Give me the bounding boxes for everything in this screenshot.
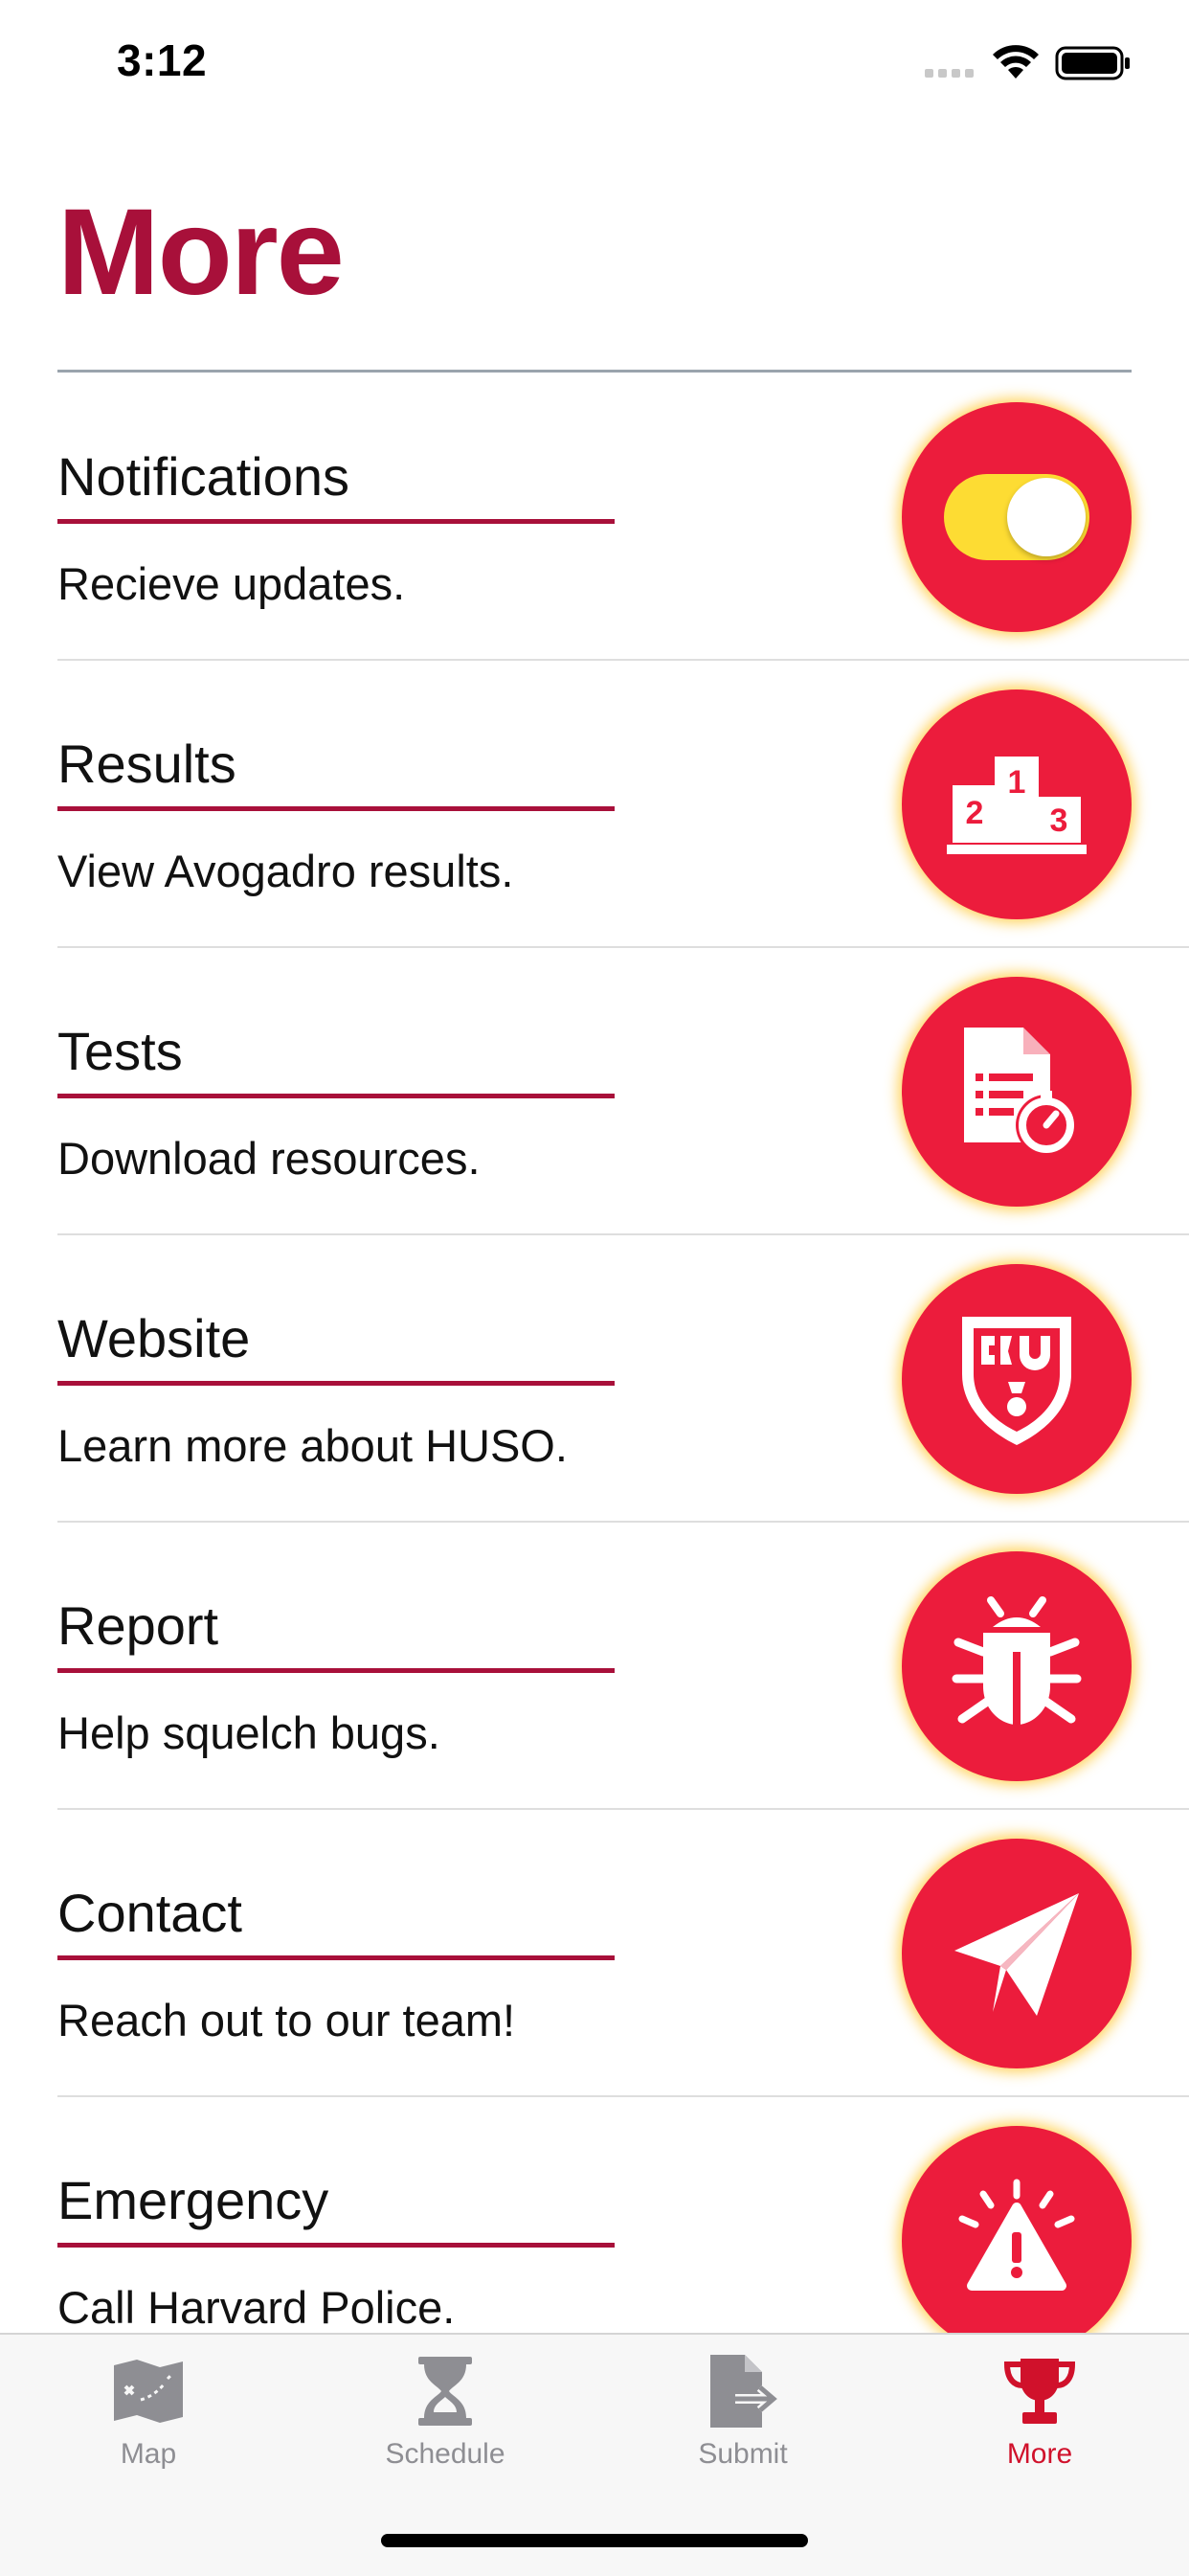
report-button[interactable] — [902, 1551, 1132, 1781]
status-time: 3:12 — [117, 35, 208, 85]
row-website[interactable]: Website Learn more about HUSO. — [0, 1235, 1189, 1523]
row-underline — [57, 1381, 615, 1386]
row-underline — [57, 806, 615, 811]
row-description: Call Harvard Police. — [57, 2282, 456, 2333]
row-description: Learn more about HUSO. — [57, 1420, 568, 1471]
notifications-toggle-switch[interactable] — [944, 474, 1089, 560]
bug-icon — [952, 1596, 1082, 1725]
notifications-toggle-button[interactable] — [902, 402, 1132, 632]
trophy-icon — [1003, 2359, 1076, 2424]
tab-schedule[interactable]: Schedule — [349, 2348, 541, 2492]
shield-logo-icon — [962, 1317, 1071, 1445]
row-title: Results — [57, 734, 236, 794]
row-title: Contact — [57, 1883, 242, 1943]
tab-submit[interactable]: Submit — [647, 2348, 839, 2492]
title-divider — [57, 370, 1132, 373]
row-underline — [57, 1668, 615, 1673]
row-title: Notifications — [57, 446, 350, 507]
podium-number-3: 3 — [1050, 802, 1068, 839]
tab-more[interactable]: More — [944, 2348, 1135, 2492]
row-underline — [57, 1094, 615, 1098]
status-bar: 3:12 — [0, 0, 1189, 129]
status-icons — [923, 44, 1133, 82]
signal-icon — [925, 69, 974, 78]
emergency-button[interactable] — [902, 2126, 1132, 2356]
row-title: Report — [57, 1595, 219, 1656]
submit-document-icon — [710, 2355, 779, 2428]
wifi-icon — [993, 45, 1039, 79]
row-description: Reach out to our team! — [57, 1995, 516, 2045]
tab-label: Submit — [698, 2438, 788, 2470]
row-report[interactable]: Report Help squelch bugs. — [0, 1523, 1189, 1810]
paper-plane-icon — [954, 1893, 1079, 2016]
row-description: Recieve updates. — [57, 558, 406, 609]
results-button[interactable]: 1 2 3 — [902, 689, 1132, 919]
podium-icon: 1 2 3 — [947, 757, 1087, 854]
row-underline — [57, 519, 615, 524]
podium-number-2: 2 — [966, 795, 984, 831]
row-title: Website — [57, 1308, 251, 1368]
website-button[interactable] — [902, 1264, 1132, 1494]
tab-label: Schedule — [385, 2438, 505, 2470]
row-underline — [57, 2243, 615, 2248]
row-description: View Avogadro results. — [57, 846, 514, 896]
row-underline — [57, 1955, 615, 1960]
map-icon — [114, 2360, 183, 2423]
document-timer-icon — [964, 1028, 1077, 1156]
row-contact[interactable]: Contact Reach out to our team! — [0, 1810, 1189, 2097]
contact-button[interactable] — [902, 1839, 1132, 2068]
tests-button[interactable] — [902, 977, 1132, 1207]
tab-label: More — [1006, 2438, 1073, 2470]
home-indicator — [381, 2534, 808, 2547]
page-title: More — [57, 184, 345, 321]
row-tests[interactable]: Tests Download resources. — [0, 948, 1189, 1235]
warning-icon — [958, 2179, 1075, 2291]
hourglass-icon — [418, 2357, 472, 2426]
podium-number-1: 1 — [1008, 764, 1026, 801]
row-notifications[interactable]: Notifications Recieve updates. — [0, 373, 1189, 661]
row-description: Download resources. — [57, 1133, 481, 1184]
row-results[interactable]: Results View Avogadro results. 1 2 3 — [0, 661, 1189, 948]
row-title: Tests — [57, 1021, 183, 1081]
toggle-knob — [1007, 478, 1086, 556]
row-title: Emergency — [57, 2170, 329, 2230]
tab-map[interactable]: Map — [53, 2348, 244, 2492]
tab-label: Map — [120, 2438, 177, 2470]
row-description: Help squelch bugs. — [57, 1707, 440, 1758]
battery-icon — [1055, 46, 1130, 80]
